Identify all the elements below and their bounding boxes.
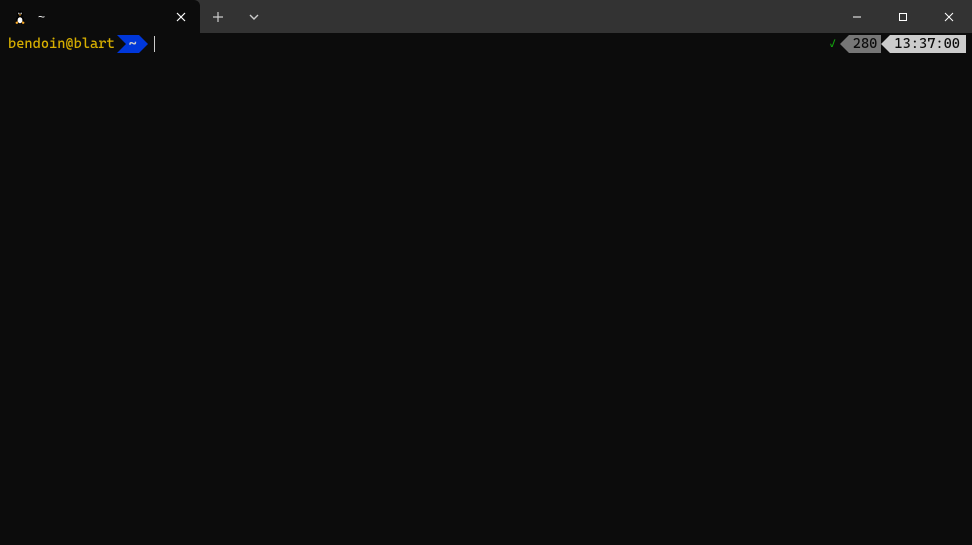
maximize-icon [898, 12, 908, 22]
titlebar: ~ [0, 0, 972, 33]
prompt-line: bendoin@blart ~ ✓ 280 13:37:00 [6, 35, 966, 53]
terminal-viewport[interactable]: bendoin@blart ~ ✓ 280 13:37:00 [0, 33, 972, 545]
powerline-separator-icon [139, 35, 148, 53]
terminal-tab[interactable]: ~ [0, 0, 200, 33]
minimize-icon [852, 12, 862, 22]
prompt-left: bendoin@blart ~ [6, 35, 155, 53]
chevron-down-icon [248, 11, 260, 23]
minimize-button[interactable] [834, 0, 880, 33]
tab-close-button[interactable] [172, 8, 190, 26]
new-tab-button[interactable] [200, 0, 236, 33]
window-close-button[interactable] [926, 0, 972, 33]
window-controls [834, 0, 972, 33]
powerline-separator-icon [881, 35, 890, 53]
prompt-user-host: bendoin@blart [6, 35, 117, 53]
titlebar-drag-area[interactable] [272, 0, 834, 33]
powerline-separator-icon [840, 35, 849, 53]
maximize-button[interactable] [880, 0, 926, 33]
text-cursor [154, 36, 155, 52]
plus-icon [212, 11, 224, 23]
tab-dropdown-button[interactable] [236, 0, 272, 33]
status-success-icon: ✓ [829, 35, 835, 53]
close-icon [176, 12, 186, 22]
powerline-separator-icon [117, 35, 126, 53]
prompt-right: ✓ 280 13:37:00 [829, 35, 966, 53]
tab-title: ~ [38, 10, 172, 24]
clock-time: 13:37:00 [890, 35, 966, 53]
history-count: 280 [849, 35, 882, 53]
tux-icon [12, 9, 28, 25]
close-icon [944, 12, 954, 22]
